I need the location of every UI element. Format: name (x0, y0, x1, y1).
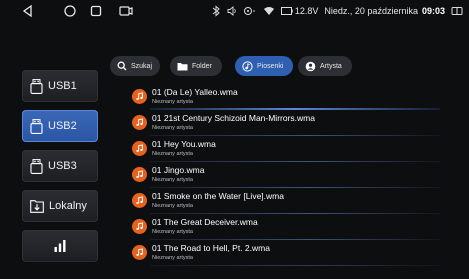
music-note-icon (136, 196, 143, 204)
track-artist: Nieznany artysta (152, 229, 193, 235)
equalizer-button[interactable] (22, 230, 98, 262)
window-icon[interactable] (451, 6, 463, 16)
track-title: 01 Jingo.wma (152, 165, 205, 175)
usb-drive-icon (30, 78, 43, 94)
music-file-icon (132, 245, 147, 260)
track-row[interactable]: 01 (Da Le) Yalleo.wma Nieznany artysta (130, 84, 450, 110)
usb-drive-icon (30, 158, 43, 174)
track-artist: Nieznany artysta (152, 203, 193, 209)
music-file-icon (132, 167, 147, 182)
track-row[interactable]: 01 Hey You.wma Nieznany artysta (130, 136, 450, 162)
local-import-icon (30, 199, 44, 213)
wifi-icon (263, 7, 274, 15)
music-note-icon (136, 92, 143, 100)
bluetooth-icon (212, 5, 220, 17)
tab-search-label: Szukaj (131, 62, 153, 70)
track-artist: Nieznany artysta (152, 255, 193, 261)
track-title: 01 The Great Deceiver.wma (152, 217, 258, 227)
volume-icon (227, 6, 236, 16)
source-local[interactable]: Lokalny (22, 190, 98, 222)
track-row[interactable]: 01 The Road to Hell, Pt. 2.wma Nieznany a… (130, 240, 450, 266)
source-usb2[interactable]: USB2 (22, 110, 98, 142)
music-file-icon (132, 89, 147, 104)
home-icon[interactable] (62, 3, 78, 19)
row-divider (150, 265, 440, 266)
tab-songs[interactable]: Piosenki (235, 56, 293, 76)
music-note-icon (136, 248, 143, 256)
tab-search[interactable]: Szukaj (110, 56, 160, 76)
track-artist: Nieznany artysta (152, 125, 193, 131)
recents-icon[interactable] (88, 3, 104, 19)
music-file-icon (132, 219, 147, 234)
time-text: 09:03 (421, 6, 445, 16)
folder-icon (177, 62, 188, 70)
track-title: 01 The Road to Hell, Pt. 2.wma (152, 243, 270, 253)
track-title: 01 21st Century Schizoid Man-Mirrors.wma (152, 113, 315, 123)
car-mode-icon[interactable] (118, 3, 134, 19)
date-text: Niedz., 20 października (324, 6, 418, 16)
music-file-icon (132, 193, 147, 208)
location-icon (243, 7, 255, 15)
tab-artist-label: Artysta (320, 62, 342, 70)
track-row[interactable]: 01 Jingo.wma Nieznany artysta (130, 162, 450, 188)
track-row[interactable]: 01 21st Century Schizoid Man-Mirrors.wma… (130, 110, 450, 136)
music-file-icon (132, 115, 147, 130)
track-title: 01 (Da Le) Yalleo.wma (152, 87, 238, 97)
track-title: 01 Smoke on the Water [Live].wma (152, 191, 284, 201)
search-icon (117, 61, 127, 71)
tab-songs-label: Piosenki (257, 62, 284, 70)
music-note-icon (136, 222, 143, 230)
source-usb3-label: USB3 (48, 160, 77, 172)
status-bar: 12.8V Niedz., 20 października 09:03 (0, 0, 469, 22)
source-usb1-label: USB1 (48, 80, 77, 92)
track-row[interactable]: 01 Smoke on the Water [Live].wma Nieznany… (130, 188, 450, 214)
songs-icon (242, 60, 253, 72)
battery-icon (280, 7, 293, 15)
tab-folder[interactable]: Folder (170, 56, 222, 76)
track-artist: Nieznany artysta (152, 177, 193, 183)
voltage-text: 12.8V (294, 6, 319, 16)
track-artist: Nieznany artysta (152, 99, 193, 105)
tab-folder-label: Folder (192, 62, 212, 70)
status-indicators: 12.8V Niedz., 20 października 09:03 (211, 4, 463, 18)
source-local-label: Lokalny (49, 200, 87, 212)
music-note-icon (136, 118, 143, 126)
music-note-icon (136, 170, 143, 178)
source-usb1[interactable]: USB1 (22, 70, 98, 102)
equalizer-icon (54, 240, 66, 252)
music-note-icon (136, 144, 143, 152)
source-usb3[interactable]: USB3 (22, 150, 98, 182)
track-artist: Nieznany artysta (152, 151, 193, 157)
usb-drive-icon (30, 118, 43, 134)
track-row[interactable]: 01 The Great Deceiver.wma Nieznany artyst… (130, 214, 450, 240)
track-title: 01 Hey You.wma (152, 139, 216, 149)
artist-icon (305, 61, 316, 71)
back-icon[interactable] (20, 3, 36, 19)
source-usb2-label: USB2 (48, 120, 77, 132)
battery-voltage: 12.8V (280, 6, 319, 16)
tab-artist[interactable]: Artysta (298, 56, 352, 76)
music-file-icon (132, 141, 147, 156)
